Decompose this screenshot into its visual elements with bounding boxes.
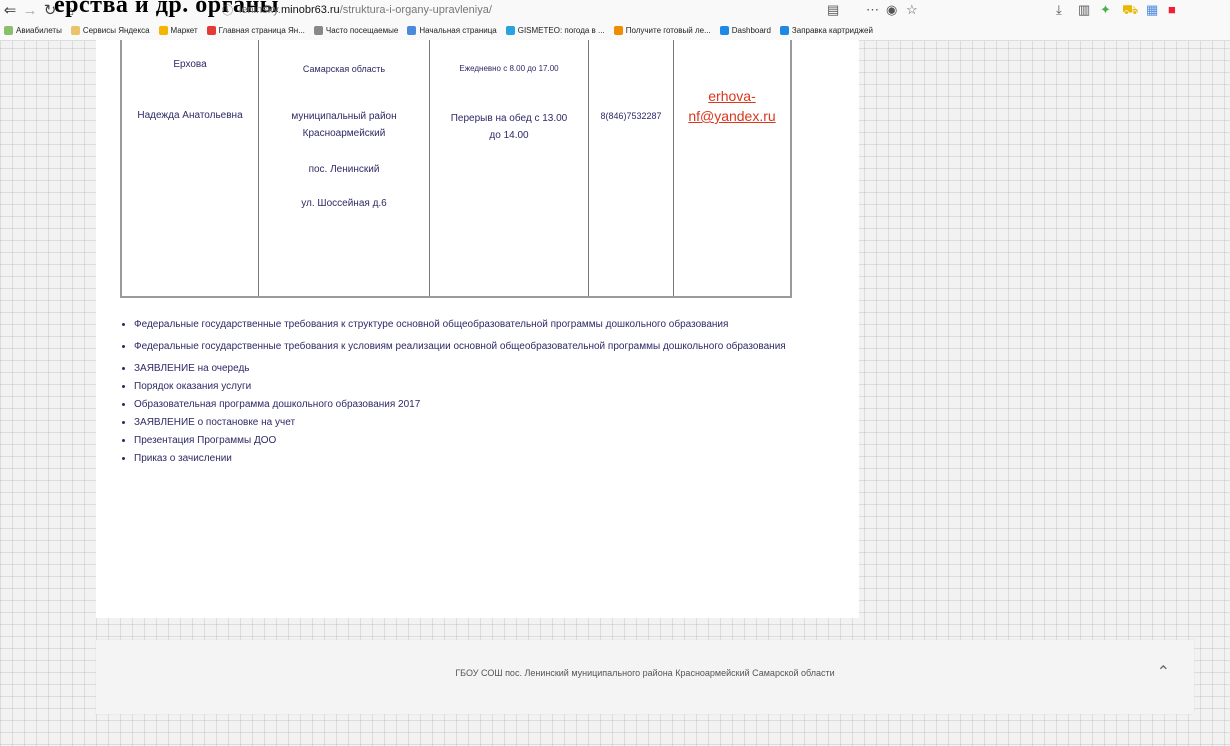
doc-link[interactable]: Федеральные государственные требования к…: [134, 338, 824, 356]
folder-icon: [70, 25, 80, 35]
email-link[interactable]: erhova-: [674, 88, 790, 104]
doc-link[interactable]: Федеральные государственные требования к…: [134, 316, 824, 334]
name-cell: Ерхова Надежда Анатольевна: [122, 40, 259, 296]
cart-icon[interactable]: ⛟: [1122, 2, 1138, 20]
star-icon[interactable]: ☆: [906, 2, 918, 18]
market-icon: [158, 25, 168, 35]
bookmark-item[interactable]: Главная страница Ян...: [206, 25, 305, 35]
schedule-cell: Ежедневно с 8.00 до 17.00 Перерыв на обе…: [430, 40, 589, 296]
surname: Ерхова: [173, 59, 207, 70]
contacts-table: Ерхова Надежда Анатольевна Самарская обл…: [120, 40, 792, 298]
gear-icon: [313, 25, 323, 35]
scroll-up-icon[interactable]: ⌃: [1157, 662, 1170, 682]
address-region: Самарская область: [302, 64, 386, 74]
url-path: /struktura-i-organy-upravleniya/: [339, 4, 492, 16]
url-bar[interactable]: ⓘ leninsky. minobr63.ru /struktura-i-org…: [222, 2, 822, 18]
schedule-break: Перерыв на обед с 13.00 до 14.00: [450, 113, 568, 141]
bookmark-item[interactable]: Маркет: [158, 25, 198, 35]
footer-text: ГБОУ СОШ пос. Ленинский муниципального р…: [455, 668, 835, 678]
library-icon[interactable]: ▥: [1078, 2, 1090, 18]
bookmark-item[interactable]: Начальная страница: [407, 25, 497, 35]
dashboard-icon: [719, 25, 729, 35]
bookmark-item[interactable]: Авиабилеты: [4, 25, 62, 35]
email-cell: erhova- nf@yandex.ru: [674, 40, 790, 296]
bookmark-item[interactable]: Часто посещаемые: [313, 25, 398, 35]
doc-link[interactable]: Презентация Программы ДОО: [134, 432, 824, 450]
info-icon[interactable]: ⓘ: [222, 2, 233, 18]
forward-icon[interactable]: →: [20, 2, 40, 19]
doc-link[interactable]: ЗАЯВЛЕНИЕ о постановке на учет: [134, 414, 824, 432]
address-district: муниципальный район Красноармейский: [291, 111, 397, 139]
bookmark-icon[interactable]: ■: [1168, 2, 1176, 17]
extension-icon[interactable]: ✦: [1100, 2, 1111, 18]
email-link-domain[interactable]: nf@yandex.ru: [674, 108, 790, 124]
bookmarks-bar: Авиабилеты Сервисы Яндекса Маркет Главна…: [0, 20, 1230, 41]
url-prefix: leninsky.: [239, 4, 281, 16]
download-icon[interactable]: ⤓: [1056, 2, 1062, 18]
firefox-icon: [407, 25, 417, 35]
phone-cell: 8(846)7532287: [589, 40, 674, 296]
given-name: Надежда Анатольевна: [137, 110, 243, 121]
address-cell: Самарская область муниципальный район Кр…: [259, 40, 430, 296]
bookmark-item[interactable]: Заправка картриджей: [779, 25, 873, 35]
doc-link[interactable]: Порядок оказания услуги: [134, 378, 824, 396]
reader-icon[interactable]: ▤: [827, 2, 839, 18]
email-link-part2[interactable]: nf@yandex.ru: [688, 108, 775, 124]
yandex-icon: [206, 25, 216, 35]
bookmark-item[interactable]: Сервисы Яндекса: [70, 25, 150, 35]
schedule-hours: Ежедневно с 8.00 до 17.00: [459, 64, 559, 73]
address-settlement: пос. Ленинский: [308, 164, 380, 175]
back-icon[interactable]: ⇐: [0, 1, 20, 19]
site-footer: ГБОУ СОШ пос. Ленинский муниципального р…: [96, 640, 1194, 714]
plane-icon: [4, 25, 13, 35]
documents-list: Федеральные государственные требования к…: [122, 316, 824, 468]
bookmark-item[interactable]: GISMETEO: погода в ...: [505, 25, 605, 35]
bookmark-item[interactable]: Dashboard: [719, 25, 771, 35]
cartridge-icon: [779, 25, 789, 35]
weather-icon: [505, 25, 515, 35]
url-host: minobr63.ru: [280, 4, 340, 16]
bookmark-item[interactable]: Получите готовый ле...: [613, 25, 711, 35]
more-icon[interactable]: ⋯: [866, 2, 879, 18]
offer-icon: [613, 25, 623, 35]
doc-link[interactable]: Образовательная программа дошкольного об…: [134, 396, 824, 414]
doc-link[interactable]: Приказ о зачислении: [134, 450, 824, 468]
pocket-icon[interactable]: ◉: [886, 2, 897, 18]
content-card: Ерхова Надежда Анатольевна Самарская обл…: [96, 40, 859, 618]
phone-number: 8(846)7532287: [600, 111, 662, 121]
doc-link[interactable]: ЗАЯВЛЕНИЕ на очередь: [134, 360, 824, 378]
email-link-part1[interactable]: erhova-: [708, 88, 755, 104]
apps-icon[interactable]: ▦: [1146, 2, 1158, 18]
address-street: ул. Шоссейная д.6: [301, 198, 387, 209]
